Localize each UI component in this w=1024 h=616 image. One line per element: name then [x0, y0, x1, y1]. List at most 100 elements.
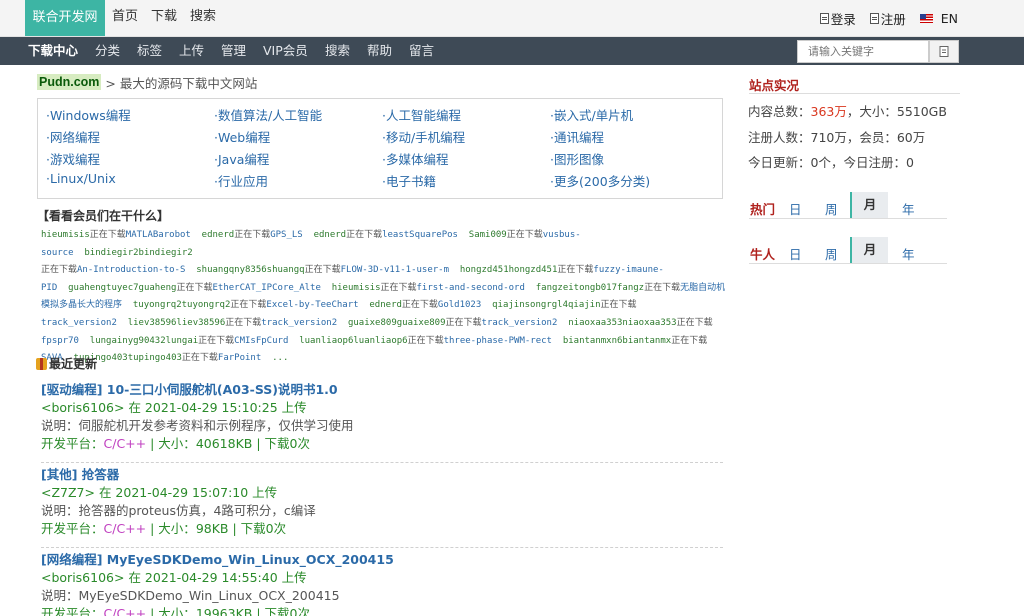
category-link[interactable]: ·移动/手机编程 — [382, 127, 465, 146]
category-link[interactable]: ·游戏编程 — [46, 149, 100, 168]
activity-username[interactable]: hongzd451hongzd451 — [460, 265, 558, 275]
activity-username[interactable]: ednerd — [202, 230, 235, 240]
activity-verb: 正在下载 — [600, 300, 637, 311]
tab-month[interactable]: 月 — [850, 237, 888, 263]
platform-label: 开发平台： — [41, 606, 104, 616]
activity-username[interactable]: shuangqny8356shuangq — [196, 265, 304, 275]
category-link-more[interactable]: ·更多(200多分类) — [550, 171, 650, 190]
activity-username[interactable]: qiajinsongrgl4qiajin — [492, 300, 600, 310]
activity-title: 【看看会员们在干什么】 — [37, 209, 170, 223]
us-flag-icon — [919, 13, 933, 23]
activity-file[interactable]: leastSquarePos — [382, 230, 458, 240]
activity-username[interactable]: tuyongrq2tuyongrq2 — [133, 300, 231, 310]
nav-message[interactable]: 留言 — [409, 37, 434, 65]
gift-icon — [36, 357, 47, 370]
nav-upload[interactable]: 上传 — [179, 37, 204, 65]
pudn-logo[interactable]: Pudn.com — [37, 74, 102, 90]
activity-username[interactable]: guaixe809guaixe809 — [348, 318, 446, 328]
nav-vip[interactable]: VIP会员 — [263, 37, 308, 65]
stat-content: 内容总数：363万，大小：5510GB — [748, 101, 947, 120]
nav-tags[interactable]: 标签 — [137, 37, 162, 65]
tab-year[interactable]: 年 — [902, 199, 915, 218]
activity-file[interactable]: 模拟多晶长大的程序 — [41, 300, 122, 310]
activity-username[interactable]: ednerd — [314, 230, 347, 240]
activity-file[interactable]: fuzzy-imaune- — [593, 265, 663, 275]
activity-file[interactable]: PID — [41, 283, 57, 293]
activity-username[interactable]: guahengtuyec7guaheng — [68, 283, 176, 293]
category-link[interactable]: ·Windows编程 — [46, 105, 131, 124]
top-nav-search[interactable]: 搜索 — [190, 0, 216, 36]
activity-username[interactable]: ednerd — [369, 300, 402, 310]
activity-file[interactable]: FarPoint — [218, 353, 261, 363]
top-nav-download[interactable]: 下载 — [151, 0, 177, 36]
search-button[interactable] — [929, 40, 959, 63]
activity-username[interactable]: ... — [272, 353, 288, 363]
entry-title[interactable]: [网络编程] MyEyeSDKDemo_Win_Linux_OCX_200415 — [41, 551, 723, 569]
activity-file[interactable]: fpspr70 — [41, 336, 79, 346]
activity-file[interactable]: three-phase-PWM-rect — [444, 336, 552, 346]
category-link[interactable]: ·图形图像 — [550, 149, 604, 168]
tab-week[interactable]: 周 — [825, 199, 838, 218]
category-link[interactable]: ·Linux/Unix — [46, 171, 116, 186]
nav-help[interactable]: 帮助 — [367, 37, 392, 65]
activity-file[interactable]: FLOW-3D-v11-1-user-m — [341, 265, 449, 275]
register-link[interactable]: 注册 — [869, 9, 906, 28]
category-link[interactable]: ·电子书籍 — [382, 171, 436, 190]
activity-file[interactable]: GPS_LS — [270, 230, 303, 240]
category-link[interactable]: ·多媒体编程 — [382, 149, 448, 168]
language-switch[interactable]: EN — [919, 11, 958, 26]
login-link[interactable]: 登录 — [819, 9, 856, 28]
entry-title[interactable]: [驱动编程] 10-三口小伺服舵机(A03-SS)说明书1.0 — [41, 381, 723, 399]
nav-download-center[interactable]: 下载中心 — [28, 37, 78, 65]
search-input[interactable] — [797, 40, 929, 63]
activity-username[interactable]: liev38596liev38596 — [128, 318, 226, 328]
activity-file[interactable]: track_version2 — [41, 318, 117, 328]
entry-title[interactable]: [其他] 抢答器 — [41, 466, 723, 484]
activity-username[interactable]: biantanmxn6biantanmx — [563, 336, 671, 346]
nav-categories[interactable]: 分类 — [95, 37, 120, 65]
activity-username[interactable]: fangzeitongb017fangz — [536, 283, 644, 293]
activity-file[interactable]: track_version2 — [482, 318, 558, 328]
activity-file[interactable]: Gold1023 — [438, 300, 481, 310]
activity-username[interactable]: hieumisis — [332, 283, 381, 293]
tab-week[interactable]: 周 — [825, 244, 838, 263]
nav-manage[interactable]: 管理 — [221, 37, 246, 65]
category-link[interactable]: ·数值算法/人工智能 — [214, 105, 322, 124]
category-link[interactable]: ·网络编程 — [46, 127, 100, 146]
download-count: | 下载0次 — [252, 436, 310, 451]
activity-file[interactable]: CMIsFpCurd — [234, 336, 288, 346]
category-link[interactable]: ·行业应用 — [214, 171, 268, 190]
nav-search[interactable]: 搜索 — [325, 37, 350, 65]
tab-day[interactable]: 日 — [789, 199, 802, 218]
platform-value[interactable]: C/C++ — [104, 521, 147, 536]
tab-month[interactable]: 月 — [850, 192, 888, 218]
hot-label: 热门 — [750, 202, 776, 217]
category-link[interactable]: ·Java编程 — [214, 149, 269, 168]
activity-file[interactable]: first-and-second-ord — [417, 283, 525, 293]
activity-file[interactable]: An-Introduction-to-S — [77, 265, 185, 275]
activity-username[interactable]: Sami009 — [469, 230, 507, 240]
activity-username[interactable]: luanliaop6luanliaop6 — [299, 336, 407, 346]
activity-username[interactable]: lungainyg90432lungai — [90, 336, 198, 346]
activity-username[interactable]: niaoxaa353niaoxaa353 — [568, 318, 676, 328]
activity-username[interactable]: hieumisis — [41, 230, 90, 240]
platform-value[interactable]: C/C++ — [104, 606, 147, 616]
top-nav-home[interactable]: 首页 — [112, 0, 138, 36]
activity-file[interactable]: Excel-by-TeeChart — [266, 300, 358, 310]
activity-username[interactable]: bindiegir2bindiegir2 — [84, 248, 192, 258]
site-logo[interactable]: 联合开发网 — [25, 0, 105, 36]
platform-value[interactable]: C/C++ — [104, 436, 147, 451]
activity-file[interactable]: MATLABarobot — [126, 230, 191, 240]
category-link[interactable]: ·嵌入式/单片机 — [550, 105, 633, 124]
activity-file[interactable]: 无脂自动机 — [680, 283, 725, 293]
category-link[interactable]: ·通讯编程 — [550, 127, 604, 146]
category-link[interactable]: ·Web编程 — [214, 127, 270, 146]
tab-day[interactable]: 日 — [789, 244, 802, 263]
activity-file[interactable]: EtherCAT_IPCore_Alte — [213, 283, 321, 293]
tab-year[interactable]: 年 — [902, 244, 915, 263]
entry-description: 说明：伺服舵机开发参考资料和示例程序，仅供学习使用 — [41, 418, 354, 433]
category-link[interactable]: ·人工智能编程 — [382, 105, 461, 124]
activity-file[interactable]: track_version2 — [261, 318, 337, 328]
